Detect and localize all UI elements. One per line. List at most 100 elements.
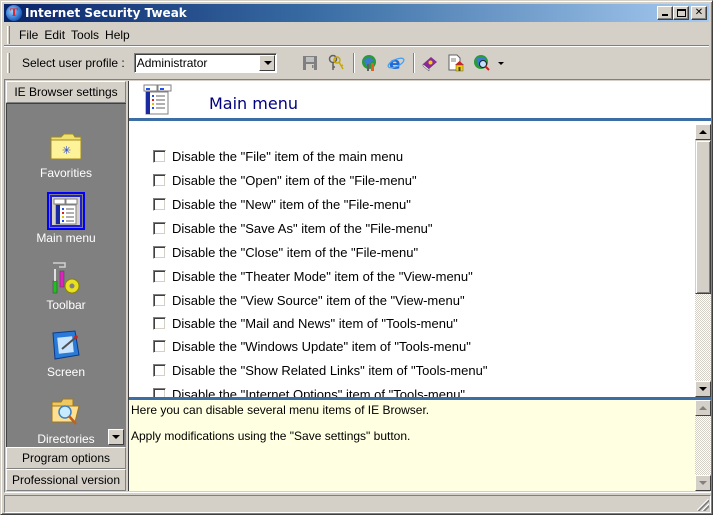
main-menu-icon [50, 195, 82, 227]
passwords-button[interactable] [325, 52, 347, 74]
description-panel: Here you can disable several menu items … [129, 400, 711, 491]
keys-icon [328, 54, 344, 70]
left-bottom-sections: Program options Professional version [6, 447, 126, 491]
user-profile-select[interactable]: Administrator [133, 53, 277, 73]
option-label: Disable the "Windows Update" item of "To… [172, 338, 471, 354]
nav-label-favorites: Favorities [39, 166, 92, 180]
scroll-thumb[interactable] [695, 140, 711, 294]
option-disable-file[interactable]: Disable the "File" item of the main menu [153, 146, 403, 166]
checkbox[interactable] [153, 293, 166, 307]
chevron-down-icon [699, 481, 707, 485]
save-icon [302, 56, 317, 70]
web-search-button[interactable] [471, 52, 493, 74]
toolbar-grip[interactable] [7, 53, 10, 73]
nav-item-main-menu[interactable]: Main menu [7, 192, 125, 245]
profile-dropdown-button[interactable] [258, 55, 275, 71]
main-area: IE Browser settings ✳ Favorities Main me… [4, 79, 711, 493]
scroll-up-button[interactable] [695, 124, 711, 140]
toolbar-separator [352, 53, 355, 73]
option-label: Disable the "Internet Options" item of "… [172, 386, 466, 398]
checkbox[interactable] [153, 173, 166, 187]
option-disable-view-source[interactable]: Disable the "View Source" item of the "V… [153, 290, 465, 310]
save-settings-button[interactable] [299, 52, 321, 74]
checkbox[interactable] [153, 339, 166, 353]
menubar-grip[interactable] [7, 25, 10, 44]
option-label: Disable the "Theater Mode" item of the "… [172, 268, 473, 284]
internet-explorer-icon: e [387, 54, 405, 72]
web-globe-icon [473, 55, 490, 71]
option-disable-mail-and-news[interactable]: Disable the "Mail and News" item of "Too… [153, 313, 458, 333]
help-book-icon [422, 57, 437, 72]
content-panel: Main menu Disable the "File" item of the… [128, 81, 711, 491]
option-label: Disable the "Show Related Links" item of… [172, 362, 488, 378]
toolbar-separator [412, 53, 415, 73]
close-icon: ✕ [694, 7, 704, 18]
options-list: Disable the "File" item of the main menu… [129, 124, 711, 397]
option-disable-save-as[interactable]: Disable the "Save As" item of the "File-… [153, 218, 433, 238]
checkbox[interactable] [153, 387, 166, 397]
resize-grip-icon[interactable] [697, 499, 709, 511]
profile-value: Administrator [136, 56, 208, 70]
checkbox[interactable] [153, 197, 166, 211]
checkbox[interactable] [153, 149, 166, 163]
checkbox[interactable] [153, 316, 166, 330]
nav-scroll-down-button[interactable] [108, 429, 124, 445]
nav-label-main-menu: Main menu [36, 231, 96, 245]
left-nav-panel: IE Browser settings ✳ Favorities Main me… [6, 81, 126, 491]
menu-edit[interactable]: Edit [41, 28, 68, 42]
svg-text:✳: ✳ [62, 144, 71, 157]
menu-bar: File Edit Tools Help [4, 24, 709, 46]
options-scrollbar[interactable] [695, 124, 711, 397]
close-button[interactable]: ✕ [691, 6, 707, 20]
description-scroll-down-button[interactable] [695, 475, 711, 491]
nav-item-toolbar[interactable]: Toolbar [7, 260, 125, 312]
checkbox[interactable] [153, 245, 166, 259]
help-button[interactable] [419, 52, 441, 74]
chevron-down-icon [112, 435, 120, 439]
maximize-icon [677, 9, 686, 17]
scroll-down-button[interactable] [695, 381, 711, 397]
description-line: Here you can disable several menu items … [131, 403, 430, 417]
title-bar[interactable]: Internet Security Tweak ✕ [4, 4, 709, 22]
internet-tools-icon [361, 55, 376, 71]
option-label: Disable the "Save As" item of the "File-… [172, 220, 433, 236]
minimize-button[interactable] [657, 6, 673, 20]
section-program-options[interactable]: Program options [6, 447, 126, 469]
checkbox[interactable] [153, 221, 166, 235]
option-disable-theater-mode[interactable]: Disable the "Theater Mode" item of the "… [153, 266, 473, 286]
minimize-icon [662, 14, 668, 16]
nav-item-screen[interactable]: Screen [7, 327, 125, 379]
directories-search-icon [51, 398, 80, 425]
home-page-button[interactable] [445, 52, 467, 74]
option-disable-close[interactable]: Disable the "Close" item of the "File-me… [153, 242, 418, 262]
home-page-icon [448, 54, 464, 72]
chevron-up-icon [699, 406, 707, 410]
nav-item-favorites[interactable]: ✳ Favorities [7, 128, 125, 180]
checkbox[interactable] [153, 363, 166, 377]
menu-file[interactable]: File [16, 28, 41, 42]
screen-icon [52, 330, 80, 360]
option-disable-show-related-links[interactable]: Disable the "Show Related Links" item of… [153, 360, 487, 380]
web-search-dropdown[interactable] [497, 52, 507, 74]
option-disable-windows-update[interactable]: Disable the "Windows Update" item of "To… [153, 336, 471, 356]
app-window: Internet Security Tweak ✕ File Edit Tool… [0, 0, 713, 515]
section-professional-version[interactable]: Professional version [6, 469, 126, 491]
toolbar-tools-icon [52, 262, 80, 294]
menu-help[interactable]: Help [102, 28, 133, 42]
option-disable-open[interactable]: Disable the "Open" item of the "File-men… [153, 170, 417, 190]
profile-label: Select user profile : [22, 56, 125, 70]
internet-tools-button[interactable] [359, 52, 381, 74]
internet-explorer-button[interactable]: e [385, 52, 407, 74]
app-icon [6, 5, 22, 21]
checkbox[interactable] [153, 269, 166, 283]
option-label: Disable the "New" item of the "File-menu… [172, 196, 411, 212]
option-disable-internet-options[interactable]: Disable the "Internet Options" item of "… [153, 384, 465, 397]
maximize-button[interactable] [673, 6, 689, 20]
nav-items-area: ✳ Favorities Main menu Toolbar Screen Di… [6, 103, 126, 447]
menu-tools[interactable]: Tools [68, 28, 102, 42]
option-disable-new[interactable]: Disable the "New" item of the "File-menu… [153, 194, 411, 214]
section-ie-browser-settings[interactable]: IE Browser settings [6, 81, 126, 103]
option-label: Disable the "Mail and News" item of "Too… [172, 315, 458, 331]
description-scrollbar[interactable] [695, 400, 711, 491]
description-scroll-up-button[interactable] [695, 400, 711, 416]
